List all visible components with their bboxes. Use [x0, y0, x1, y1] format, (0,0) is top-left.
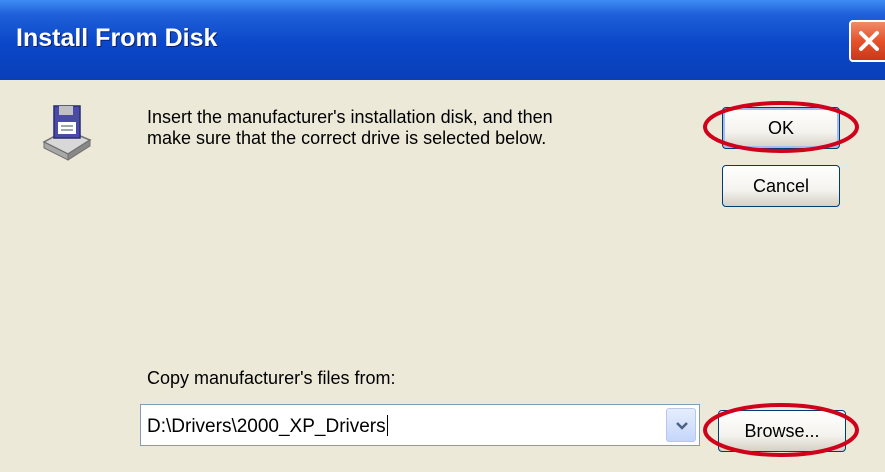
close-button[interactable] [849, 20, 885, 62]
chevron-down-icon [676, 422, 688, 430]
window-title: Install From Disk [16, 24, 218, 52]
text-caret [386, 415, 388, 436]
title-bar: Install From Disk [0, 0, 885, 80]
floppy-drive-icon [34, 102, 94, 162]
dropdown-button[interactable] [666, 408, 696, 442]
browse-button[interactable]: Browse... [718, 410, 846, 452]
path-combobox[interactable]: D:\Drivers\2000_XP_Drivers [140, 404, 700, 446]
instruction-text: Insert the manufacturer's installation d… [147, 107, 667, 149]
close-icon [859, 31, 879, 51]
cancel-button[interactable]: Cancel [722, 165, 840, 207]
path-input[interactable]: D:\Drivers\2000_XP_Drivers [147, 415, 388, 438]
path-input-value: D:\Drivers\2000_XP_Drivers [147, 416, 386, 437]
instruction-line-2: make sure that the correct drive is sele… [147, 128, 547, 148]
copy-from-label: Copy manufacturer's files from: [147, 368, 396, 388]
ok-button[interactable]: OK [722, 107, 840, 149]
instruction-line-1: Insert the manufacturer's installation d… [147, 107, 553, 127]
